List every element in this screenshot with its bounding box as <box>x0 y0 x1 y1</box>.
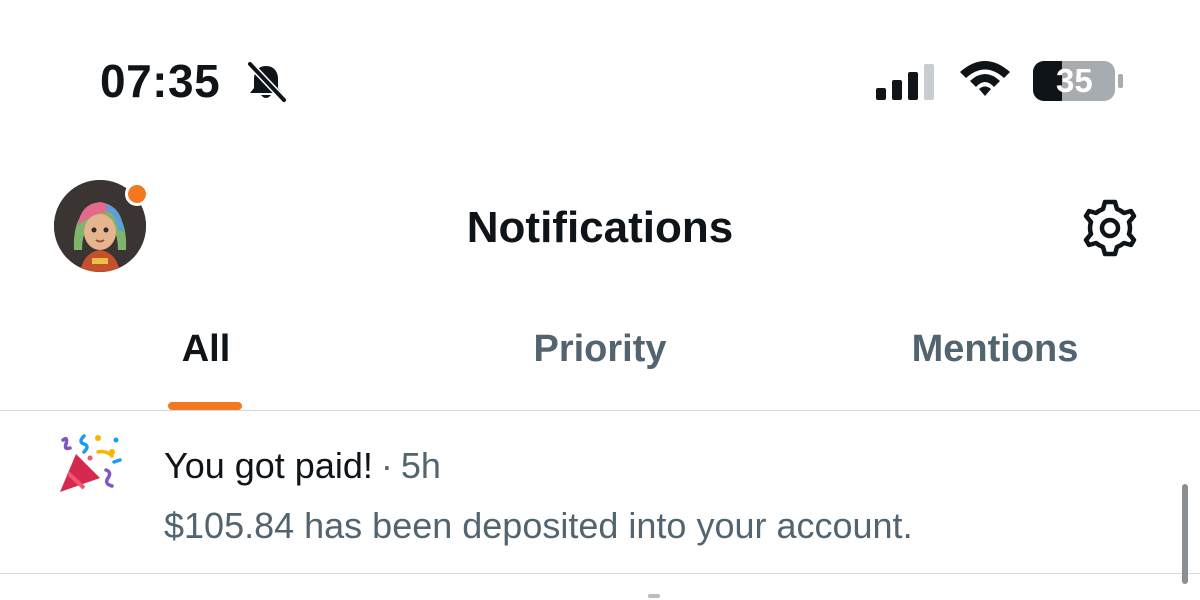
notification-body: $105.84 has been deposited into your acc… <box>164 505 913 546</box>
next-item-hint <box>648 594 660 598</box>
notification-time: 5h <box>400 445 441 486</box>
party-popper-icon <box>60 434 122 492</box>
notification-separator: · <box>380 445 393 486</box>
notification-title-text: You got paid! <box>164 445 373 486</box>
gear-icon[interactable] <box>1080 198 1140 258</box>
bell-slash-icon <box>247 61 287 103</box>
notification-divider <box>0 573 1200 574</box>
status-time: 07:35 <box>100 55 221 107</box>
tab-all[interactable]: All <box>154 324 258 374</box>
status-bar: 07:35 35 <box>0 0 1200 160</box>
active-tab-indicator <box>168 402 242 410</box>
scrollbar[interactable] <box>1182 484 1188 584</box>
tab-priority[interactable]: Priority <box>498 324 702 374</box>
notification-title: You got paid! · 5h <box>164 444 441 488</box>
page-title: Notifications <box>466 203 734 252</box>
battery-percent: 35 <box>1056 62 1093 99</box>
cellular-signal-icon <box>876 64 934 100</box>
notification-item[interactable] <box>0 411 1200 573</box>
wifi-icon <box>960 61 1010 96</box>
tab-mentions[interactable]: Mentions <box>888 324 1102 374</box>
